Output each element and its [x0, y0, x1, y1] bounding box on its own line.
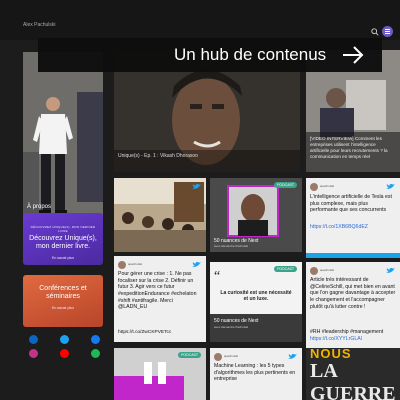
tweet-card[interactable]: apachulski Pour gérer une crise : 1. Ne …: [114, 256, 206, 342]
tweet-link[interactable]: https://t.co/1XB6BQ6dEZ: [310, 224, 396, 231]
twitter-icon: [386, 183, 395, 189]
video-caption: Unique(s) - Ep. 1 : Vikash Dhorasoo: [118, 153, 198, 159]
tweet-text: Article très intéressant de @CelineSchil…: [310, 277, 396, 310]
avatar: [310, 267, 318, 275]
book-line-2: LA GUERRE: [310, 360, 396, 400]
facebook-icon[interactable]: [91, 335, 100, 344]
linkedin-icon[interactable]: [29, 335, 38, 344]
tweet-card[interactable]: apachulski Article très intéressant de @…: [306, 262, 400, 348]
quote-text: La curiosité est une nécessité et un lux…: [220, 290, 292, 303]
avatar: [214, 353, 222, 361]
promo-kicker: DÉCOUVREZ UNIQUE(S), MON DERNIER LIVRE: [30, 225, 96, 233]
top-bar: Alex Pachulski: [0, 0, 400, 40]
podcast-badge: PODCAST: [274, 182, 297, 188]
svg-text:“: “: [214, 270, 220, 280]
quote-card[interactable]: PODCAST “ La curiosité est une nécessité…: [210, 262, 302, 342]
talks-promo-card[interactable]: Conférences et séminaires En savoir plus: [23, 275, 103, 327]
tweet-card[interactable]: apachulski L'intelligence artificielle d…: [306, 178, 400, 258]
podcast-card[interactable]: PODCAST 50 nuances de Next avec Alexandr…: [210, 178, 302, 252]
instagram-icon[interactable]: [29, 349, 38, 358]
tweet-link[interactable]: https://t.co/ZwCKPVETcc: [118, 330, 202, 336]
news-text: [VIDEO INTERVIEW] Comment les entreprise…: [310, 136, 388, 159]
twitter-icon: [288, 353, 297, 359]
twitter-icon: [192, 183, 201, 189]
site-name[interactable]: Alex Pachulski: [23, 22, 56, 28]
tweet-hashtags: #RH #leadership #management: [310, 329, 384, 335]
twitter-icon[interactable]: [60, 335, 69, 344]
sidebar: À propos DÉCOUVREZ UNIQUE(S), MON DERNIE…: [23, 40, 103, 400]
promo-title: Conférences et séminaires: [39, 285, 87, 301]
book-card[interactable]: NOUS LA GUERRE: [306, 348, 400, 400]
quote-subtitle: avec Alexandre Pachulski: [214, 325, 249, 329]
book-promo-card[interactable]: DÉCOUVREZ UNIQUE(S), MON DERNIER LIVRE D…: [23, 213, 103, 265]
promo-title: Découvrez Unique(s), mon dernier livre.: [29, 235, 97, 251]
search-icon[interactable]: [371, 28, 379, 36]
avatar: [310, 183, 318, 191]
tweet-author: apachulski: [320, 184, 335, 188]
quote-icon: “: [214, 270, 220, 280]
hero-title: Un hub de contenus: [174, 45, 327, 64]
hero-banner: Un hub de contenus: [38, 38, 382, 72]
arrow-right-icon[interactable]: [342, 46, 364, 64]
tweet-text: Pour gérer une crise : 1. Ne pas focalis…: [118, 271, 197, 311]
podcast-badge: PODCAST: [274, 266, 297, 272]
spotify-icon[interactable]: [91, 349, 100, 358]
tweet-author: apachulski: [128, 262, 143, 266]
podcast-subtitle: avec Alexandre Pachulski: [214, 244, 249, 248]
profile-photo: [33, 97, 73, 214]
tweet-card[interactable]: apachulski Machine Learning : les 5 type…: [210, 348, 302, 400]
podcast-card[interactable]: PODCAST: [114, 348, 206, 400]
podcast-badge: PODCAST: [178, 352, 201, 358]
tweet-link[interactable]: https://t.co/XYYLrGLAl: [310, 336, 396, 343]
tweet-text: Machine Learning : les 5 types d'algorit…: [214, 363, 296, 383]
menu-icon[interactable]: [382, 26, 393, 37]
tweet-text: L'intelligence artificielle de Tesla est…: [310, 194, 392, 214]
tweet-author: apachulski: [224, 354, 239, 358]
quote-title: 50 nuances de Next: [214, 318, 259, 324]
twitter-icon: [386, 267, 395, 273]
promo-more-link[interactable]: En savoir plus: [27, 306, 99, 310]
meetup-card[interactable]: [114, 178, 206, 252]
tweet-author: apachulski: [320, 268, 335, 272]
twitter-icon: [192, 261, 201, 267]
tweet-bar: [306, 253, 400, 258]
avatar: [118, 261, 126, 269]
promo-more-link[interactable]: En savoir plus: [27, 256, 99, 260]
about-label[interactable]: À propos: [27, 204, 51, 210]
youtube-icon[interactable]: [60, 349, 69, 358]
